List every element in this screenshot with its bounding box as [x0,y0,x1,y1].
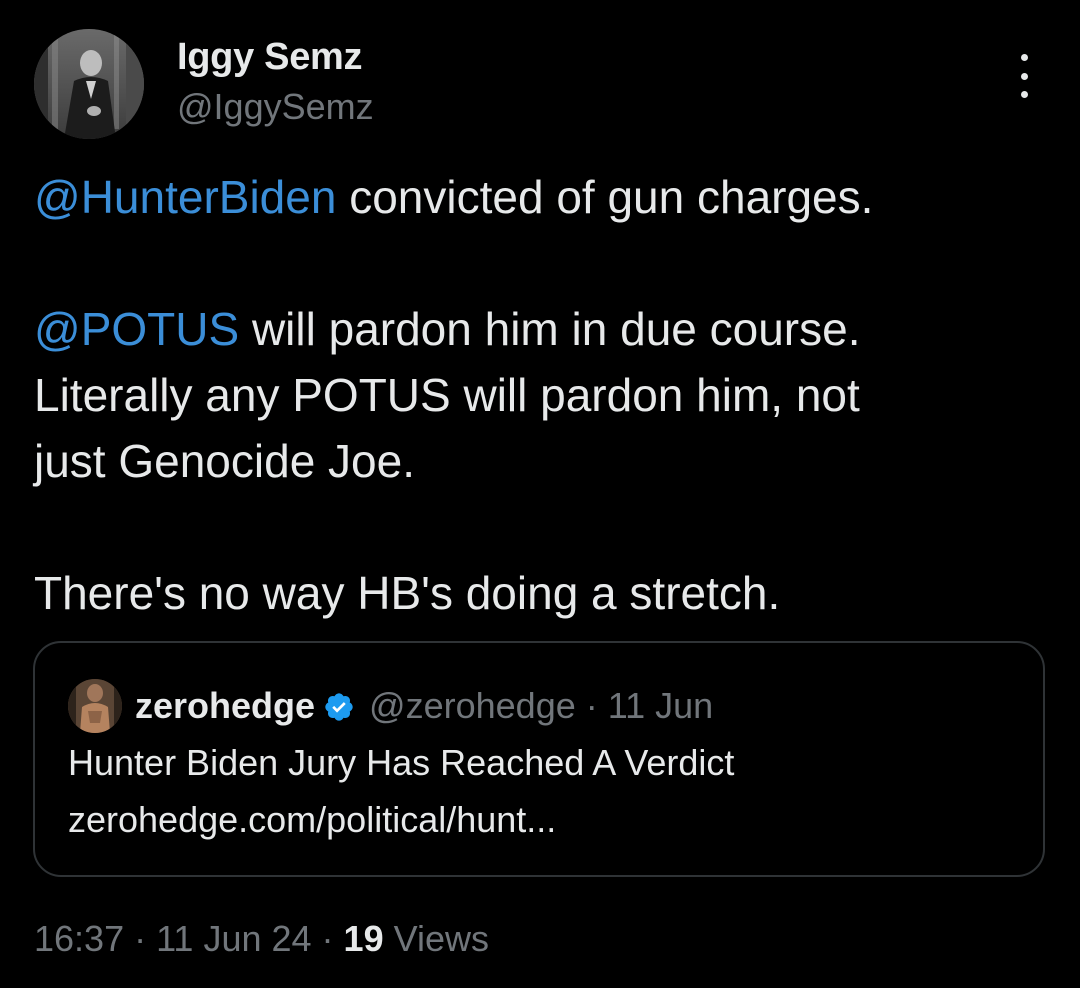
tweet-line: There's no way HB's doing a stretch. [34,567,781,619]
tweet-line: @POTUS will pardon him in due course. [34,296,1044,362]
quoted-tweet-card[interactable]: zerohedge @zerohedge · 11 Jun Hunter Bid… [33,641,1045,877]
verified-badge-icon [323,690,355,722]
author-handle[interactable]: @IggySemz [177,86,374,128]
quote-header: zerohedge @zerohedge · 11 Jun [135,679,713,733]
more-vertical-icon-dot [1020,91,1028,98]
author-avatar[interactable] [34,29,144,139]
tweet-text: @HunterBiden convicted of gun charges. @… [34,164,1044,626]
quote-author-avatar[interactable] [68,679,122,733]
quote-handle-date[interactable]: @zerohedge · 11 Jun [369,685,713,727]
avatar-photo-icon [68,679,122,733]
tweet-line: @HunterBiden convicted of gun charges. [34,164,1044,230]
mention-link-hunterbiden[interactable]: @HunterBiden [34,171,336,223]
more-options-button[interactable] [1004,54,1044,98]
mention-link-potus[interactable]: @POTUS [34,303,239,355]
tweet-line-text: convicted of gun charges. [336,171,874,223]
more-vertical-icon [1020,54,1028,61]
author-display-name[interactable]: Iggy Semz [177,36,363,79]
quote-link[interactable]: zerohedge.com/political/hunt... [68,799,556,841]
more-vertical-icon-dot [1020,72,1028,80]
tweet-timestamp[interactable]: 16:37 · 11 Jun 24 · [34,918,344,959]
views-label: Views [383,918,489,959]
view-count: 19 [343,918,384,959]
avatar-photo-icon [34,29,144,139]
tweet-meta: 16:37 · 11 Jun 24 · 19 Views [34,918,489,960]
tweet-line: Literally any POTUS will pardon him, not [34,369,860,421]
tweet-line-text: will pardon him in due course. [239,303,861,355]
tweet-line: just Genocide Joe. [34,435,416,487]
quote-author-name[interactable]: zerohedge [135,685,315,727]
quote-text: Hunter Biden Jury Has Reached A Verdict [68,742,735,783]
